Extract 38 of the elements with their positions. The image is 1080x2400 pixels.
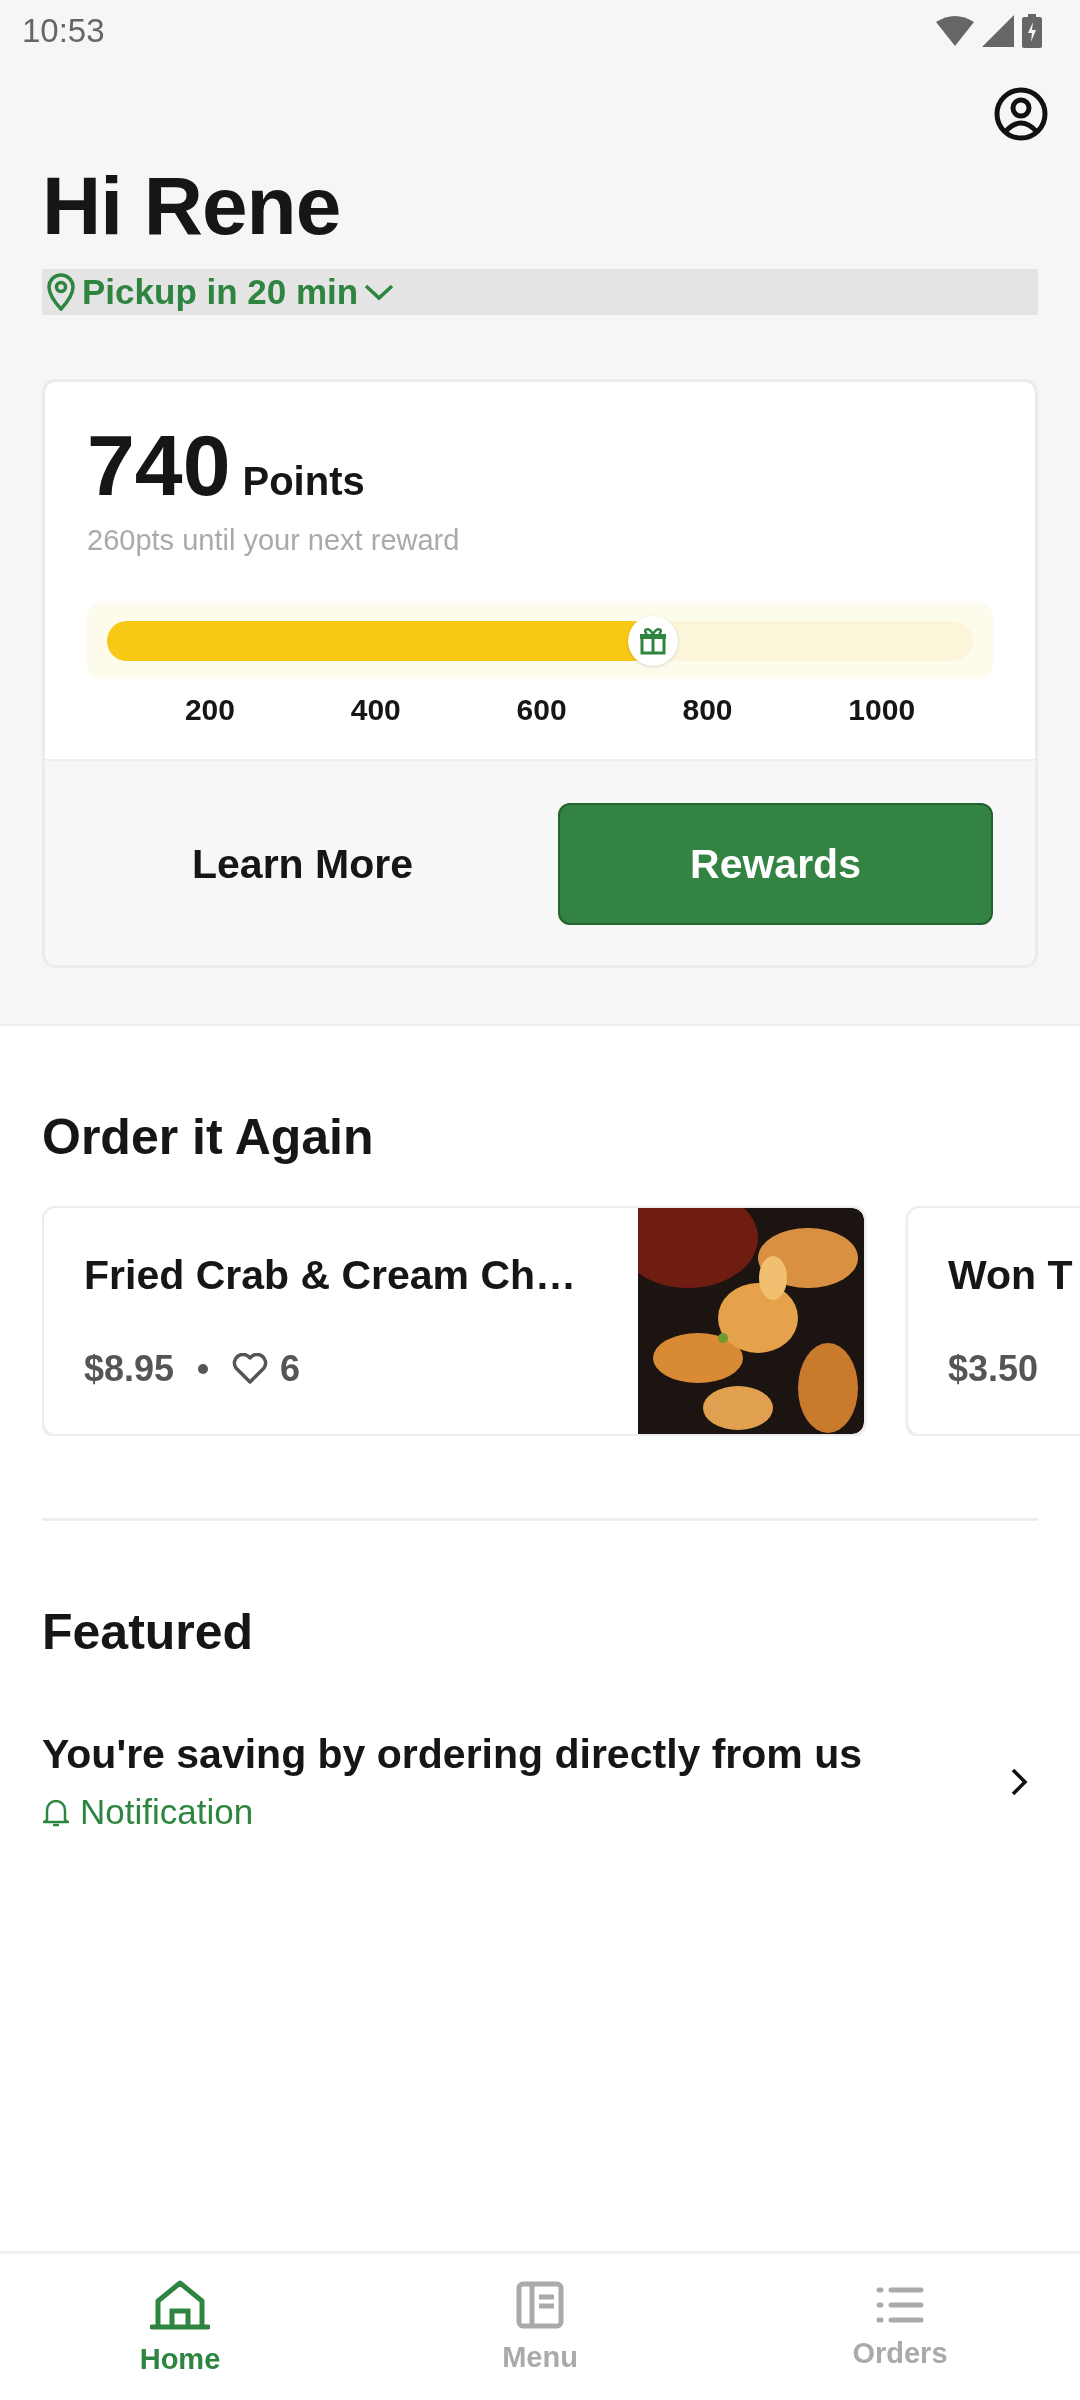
chevron-down-icon [364,283,395,301]
progress-tick-label: 400 [350,693,401,727]
learn-more-button[interactable]: Learn More [87,803,518,925]
menu-book-icon [516,2280,564,2329]
chevron-right-icon [1010,1766,1028,1797]
product-price: $3.50 [948,1348,1039,1390]
points-label: Points [242,459,365,504]
location-pin-icon [46,273,76,311]
wifi-icon [936,16,974,46]
pickup-selector[interactable]: Pickup in 20 min [42,269,1038,315]
heart-icon [232,1353,269,1385]
notification-label: Notification [80,1792,254,1832]
nav-tab[interactable]: Home [0,2254,360,2400]
featured-item[interactable]: You're saving by ordering directly from us Notification [42,1731,1038,1832]
progress-tick-label: 800 [682,693,733,727]
progress-tick-label: 1000 [848,693,916,727]
product-name: Won T [948,1252,1074,1299]
product-card[interactable]: Fried Crab & Cream Ch… $8.95 6 [42,1206,866,1436]
greeting-title: Hi Rene [42,159,342,253]
product-card[interactable]: Won T $3.50 [906,1206,1080,1436]
product-price: $8.95 [84,1348,175,1390]
points-subtitle: 260pts until your next reward [87,524,461,557]
profile-icon[interactable] [994,87,1048,141]
featured-title: You're saving by ordering directly from us [42,1731,863,1778]
points-value: 740 [87,422,231,508]
section-title: Featured [42,1603,255,1661]
separator-dot [198,1364,209,1374]
gift-icon [627,616,678,666]
product-name: Fried Crab & Cream Ch… [84,1252,578,1299]
rewards-button[interactable]: Rewards [558,803,993,925]
like-count: 6 [280,1348,301,1390]
progress-tick-label: 600 [516,693,567,727]
home-icon [150,2278,210,2331]
section-title: Order it Again [42,1108,375,1166]
signal-icon [982,15,1014,47]
status-time: 10:53 [22,12,105,50]
battery-icon [1022,14,1042,48]
progress-tick-label: 200 [184,693,235,727]
